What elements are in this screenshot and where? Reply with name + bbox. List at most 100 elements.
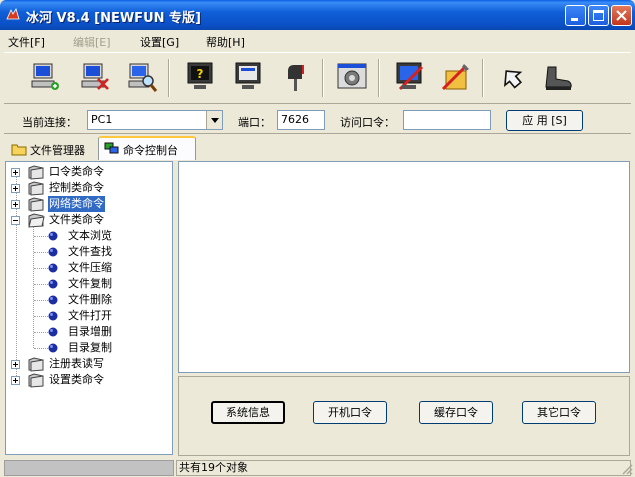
blue-dot-icon bbox=[48, 231, 58, 241]
status-bar: 共有19个对象 bbox=[0, 458, 635, 477]
cache-password-button[interactable]: 缓存口令 bbox=[419, 401, 493, 424]
tree-item[interactable]: 目录增删 bbox=[34, 324, 172, 340]
maximize-button[interactable] bbox=[588, 5, 609, 26]
tree-connector bbox=[34, 252, 48, 253]
blue-dot-icon bbox=[48, 279, 58, 289]
maximize-icon bbox=[593, 10, 604, 21]
repair-tools-button[interactable] bbox=[436, 57, 476, 99]
tree-item-label: 文本浏览 bbox=[68, 229, 112, 242]
other-password-button[interactable]: 其它口令 bbox=[522, 401, 596, 424]
tree-item-label: 文件压缩 bbox=[68, 261, 112, 274]
tree-item-label: 文件查找 bbox=[68, 245, 112, 258]
status-progress-panel bbox=[4, 460, 174, 476]
tree-item[interactable]: 文件查找 bbox=[34, 244, 172, 260]
tab-command-console[interactable]: 命令控制台 bbox=[98, 136, 196, 160]
help-monitor-button[interactable]: ? bbox=[180, 57, 220, 99]
config-tool-button[interactable] bbox=[390, 57, 430, 99]
chevron-down-icon bbox=[211, 118, 219, 123]
command-tree[interactable]: 口令类命令 控制类命令 网络类命令 文件类命令 文本浏览 文件查找 文件压缩 文… bbox=[5, 161, 173, 455]
folder-icon bbox=[28, 181, 44, 196]
tree-group[interactable]: 注册表读写 bbox=[11, 356, 171, 372]
menu-help[interactable]: 帮助[H] bbox=[206, 34, 245, 50]
menu-settings[interactable]: 设置[G] bbox=[140, 34, 179, 50]
tree-group[interactable]: 控制类命令 bbox=[11, 180, 171, 196]
collapse-icon[interactable] bbox=[11, 216, 20, 225]
tree-group[interactable]: 口令类命令 bbox=[11, 164, 171, 180]
folder-icon bbox=[28, 373, 44, 388]
tree-item[interactable]: 文件复制 bbox=[34, 276, 172, 292]
close-button[interactable] bbox=[611, 5, 632, 26]
expand-icon[interactable] bbox=[11, 168, 20, 177]
tab-file-manager-label: 文件管理器 bbox=[30, 144, 85, 157]
settings-icon bbox=[337, 63, 367, 89]
tree-connector bbox=[34, 316, 48, 317]
folder-icon bbox=[28, 197, 44, 212]
port-label: 端口： bbox=[238, 116, 271, 129]
tree-item-label: 目录增删 bbox=[68, 325, 112, 338]
open-folder-icon bbox=[28, 213, 45, 228]
tree-item-label: 文件删除 bbox=[68, 293, 112, 306]
blue-dot-icon bbox=[48, 311, 58, 321]
current-connection-select[interactable]: PC1 bbox=[87, 110, 223, 130]
expand-icon[interactable] bbox=[11, 200, 20, 209]
minimize-icon bbox=[571, 18, 578, 21]
tab-file-manager[interactable]: 文件管理器 bbox=[6, 138, 98, 159]
tree-group[interactable]: 文件类命令 bbox=[11, 212, 171, 228]
toolbar-separator bbox=[482, 59, 484, 97]
expand-icon[interactable] bbox=[11, 360, 20, 369]
tree-connector bbox=[34, 284, 48, 285]
blue-dot-icon bbox=[48, 327, 58, 337]
blue-dot-icon bbox=[48, 343, 58, 353]
toolbar-separator bbox=[322, 59, 324, 97]
minimize-button[interactable] bbox=[565, 5, 586, 26]
tree-item[interactable]: 文件删除 bbox=[34, 292, 172, 308]
settings-button[interactable] bbox=[332, 57, 372, 99]
tree-connector bbox=[34, 268, 48, 269]
tree-item[interactable]: 文件压缩 bbox=[34, 260, 172, 276]
tree-item[interactable]: 文本浏览 bbox=[34, 228, 172, 244]
repair-tools-icon bbox=[441, 64, 469, 91]
mailbox-button[interactable] bbox=[276, 57, 316, 99]
blue-dot-icon bbox=[48, 295, 58, 305]
tab-strip: 文件管理器 命令控制台 bbox=[4, 136, 631, 160]
folder-icon bbox=[28, 357, 44, 372]
add-host-button[interactable] bbox=[24, 57, 64, 99]
screen-capture-button[interactable] bbox=[228, 57, 268, 99]
toolbar: ? bbox=[4, 52, 631, 104]
resize-grip-icon[interactable] bbox=[621, 463, 633, 475]
password-input[interactable] bbox=[403, 110, 491, 130]
status-object-count: 共有19个对象 bbox=[176, 460, 631, 476]
expand-icon[interactable] bbox=[11, 184, 20, 193]
config-tool-icon bbox=[396, 62, 424, 91]
tree-item-label: 目录复制 bbox=[68, 341, 112, 354]
boot-button[interactable] bbox=[538, 57, 578, 99]
tree-label: 注册表读写 bbox=[49, 357, 104, 370]
tree-item[interactable]: 目录复制 bbox=[34, 340, 172, 356]
computers-icon bbox=[104, 142, 119, 154]
menu-bar: 文件[F] 编辑[E] 设置[G] 帮助[H] bbox=[0, 31, 635, 51]
refresh-button[interactable] bbox=[492, 57, 532, 99]
menu-edit[interactable]: 编辑[E] bbox=[73, 34, 111, 50]
toolbar-separator bbox=[168, 59, 170, 97]
boot-password-button[interactable]: 开机口令 bbox=[313, 401, 387, 424]
current-connection-value: PC1 bbox=[91, 113, 113, 126]
tree-item[interactable]: 文件打开 bbox=[34, 308, 172, 324]
folder-icon bbox=[11, 144, 27, 156]
add-host-icon bbox=[31, 63, 59, 90]
window-title: 冰河 V8.4 [NEWFUN 专版] bbox=[26, 11, 201, 26]
port-input[interactable]: 7626 bbox=[277, 110, 325, 130]
current-connection-label: 当前连接： bbox=[22, 116, 77, 129]
dropdown-button[interactable] bbox=[206, 111, 222, 129]
apply-button[interactable]: 应 用 [S] bbox=[506, 110, 583, 131]
tree-group[interactable]: 网络类命令 bbox=[11, 196, 171, 212]
tree-group[interactable]: 设置类命令 bbox=[11, 372, 171, 388]
tree-label: 文件类命令 bbox=[49, 213, 104, 226]
system-info-button[interactable]: 系统信息 bbox=[211, 401, 285, 424]
expand-icon[interactable] bbox=[11, 376, 20, 385]
mailbox-icon bbox=[288, 65, 304, 91]
command-output-area[interactable] bbox=[178, 161, 630, 373]
menu-file[interactable]: 文件[F] bbox=[8, 34, 45, 50]
delete-host-button[interactable] bbox=[74, 57, 114, 99]
title-bar[interactable]: 冰河 V8.4 [NEWFUN 专版] bbox=[0, 0, 635, 30]
search-host-button[interactable] bbox=[122, 57, 162, 99]
